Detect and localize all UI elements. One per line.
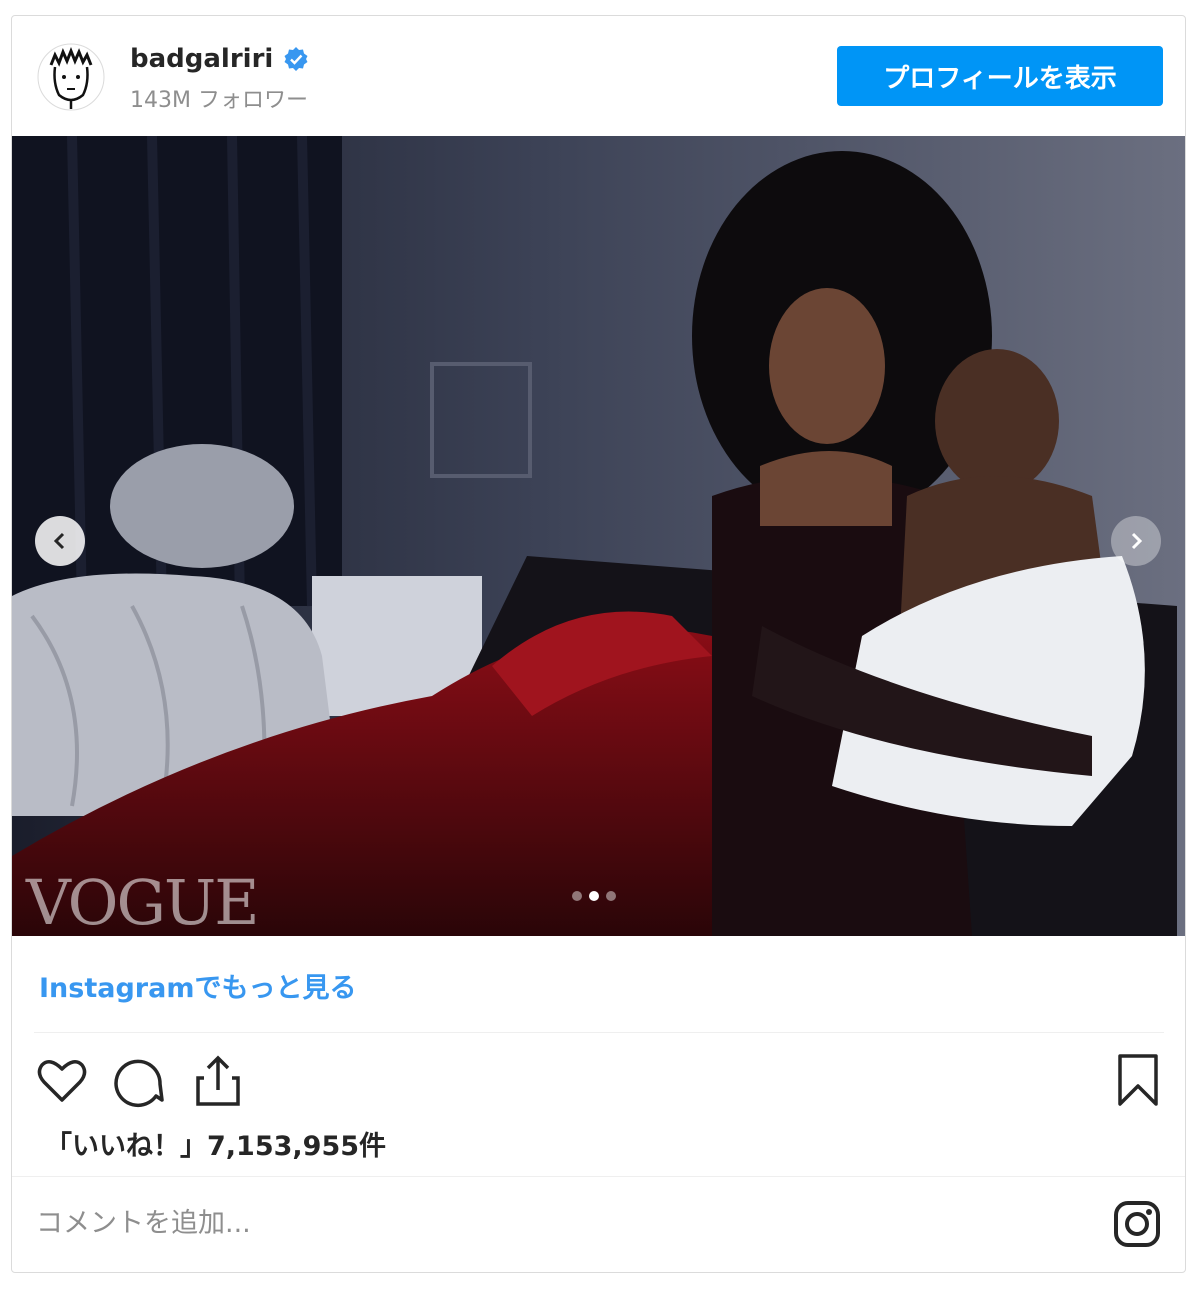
photo-illustration xyxy=(12,136,1185,936)
chevron-right-icon xyxy=(1131,532,1143,550)
next-photo-button[interactable] xyxy=(1111,516,1161,566)
heart-icon[interactable] xyxy=(34,1052,90,1108)
post-header: badgalriri 143M フォロワー プロフィールを表示 xyxy=(12,16,1185,136)
view-more-on-instagram-link[interactable]: Instagramでもっと見る xyxy=(39,966,356,1005)
carousel-dot xyxy=(606,891,616,901)
post-photo[interactable]: VOGUE xyxy=(12,136,1185,936)
follower-count: 143M フォロワー xyxy=(130,88,308,113)
verified-badge-icon xyxy=(284,47,308,71)
comment-icon[interactable] xyxy=(110,1052,166,1108)
chevron-left-icon xyxy=(53,532,65,550)
carousel-dot xyxy=(572,891,582,901)
comment-input[interactable] xyxy=(34,1196,938,1250)
like-count[interactable]: 「いいね！」7,153,955件 xyxy=(45,1124,386,1163)
carousel-indicator xyxy=(572,891,616,901)
previous-photo-button[interactable] xyxy=(35,516,85,566)
share-icon[interactable] xyxy=(190,1052,246,1108)
avatar[interactable] xyxy=(37,43,105,111)
username[interactable]: badgalriri xyxy=(130,44,273,74)
divider xyxy=(34,1032,1164,1033)
carousel-dot-active xyxy=(589,891,599,901)
bookmark-icon[interactable] xyxy=(1110,1052,1166,1108)
divider xyxy=(12,1176,1185,1177)
instagram-embed-card: badgalriri 143M フォロワー プロフィールを表示 VOGUE In… xyxy=(11,15,1186,1273)
view-profile-button[interactable]: プロフィールを表示 xyxy=(837,46,1163,106)
vogue-watermark: VOGUE xyxy=(26,866,260,936)
instagram-logo-icon[interactable] xyxy=(1112,1199,1162,1249)
